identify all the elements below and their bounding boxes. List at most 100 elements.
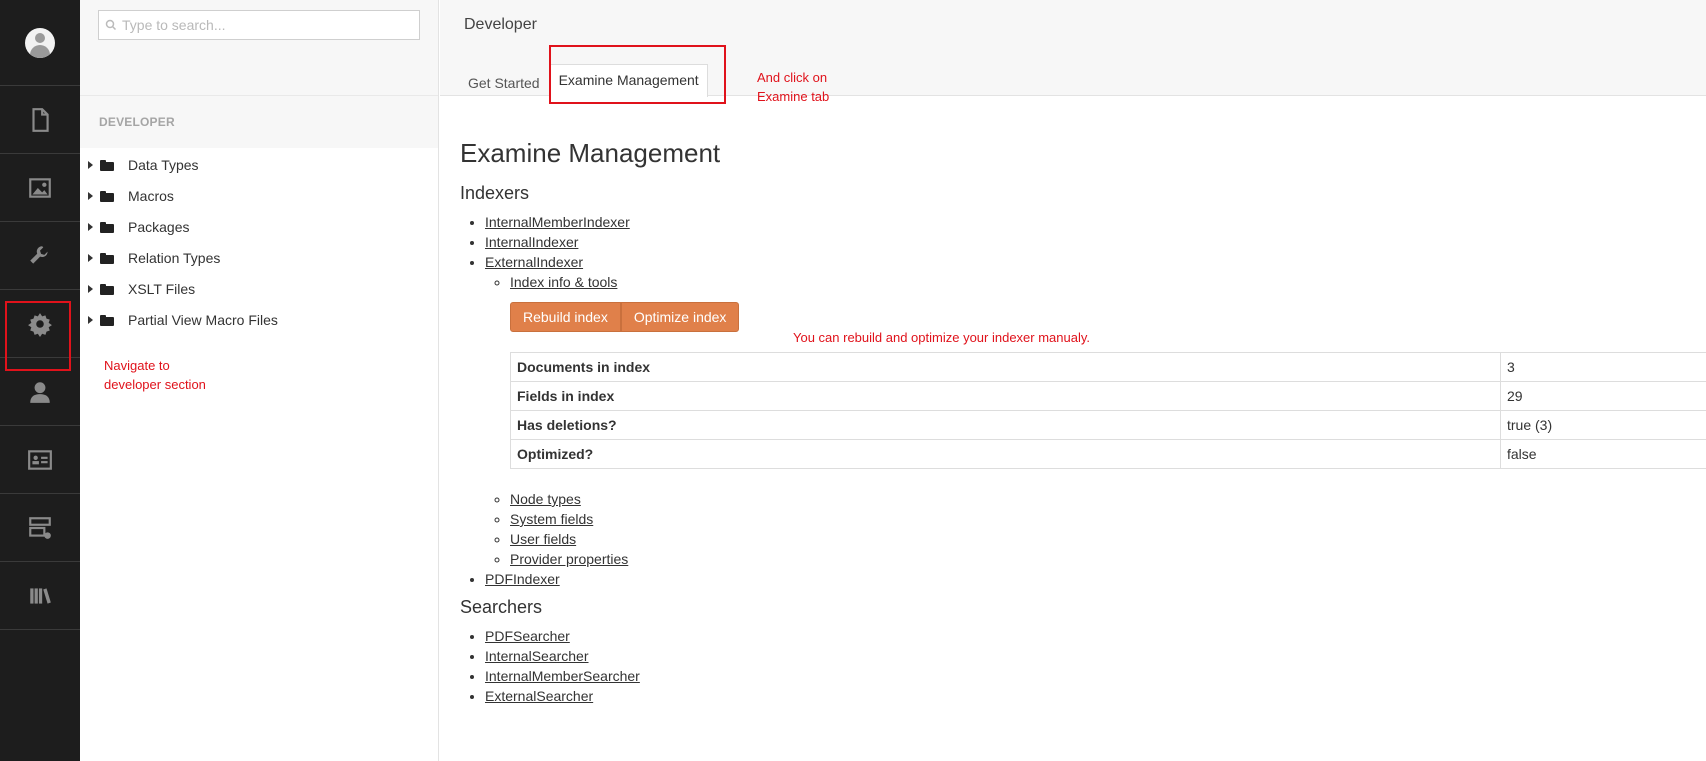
list-item: System fields	[510, 509, 1706, 529]
folder-icon	[100, 159, 114, 171]
list-item: Provider properties	[510, 549, 1706, 569]
searcher-list: PDFSearcher InternalSearcher InternalMem…	[460, 626, 1706, 706]
expand-caret-icon[interactable]	[88, 160, 93, 169]
list-item: ExternalIndexer Index info & tools Rebui…	[485, 252, 1706, 569]
section-rail	[0, 0, 80, 761]
folder-icon	[100, 221, 114, 233]
user-icon	[30, 381, 50, 403]
system-fields-link[interactable]: System fields	[510, 511, 593, 527]
list-item: InternalSearcher	[485, 646, 1706, 666]
annotation-box-examine-tab	[549, 45, 726, 104]
avatar[interactable]	[25, 27, 55, 58]
section-content[interactable]	[0, 86, 80, 154]
table-value: true (3)	[1500, 410, 1706, 440]
tree-item-packages[interactable]: Packages	[80, 211, 438, 242]
list-item: Node types	[510, 489, 1706, 509]
folder-icon	[100, 190, 114, 202]
user-avatar-area[interactable]	[0, 0, 80, 86]
indexers-heading: Indexers	[460, 183, 530, 203]
tab-get-started[interactable]: Get Started	[460, 67, 548, 97]
annotation-text: developer section	[104, 377, 206, 392]
expand-caret-icon[interactable]	[88, 222, 93, 231]
tree-item-partial-view-macro-files[interactable]: Partial View Macro Files	[80, 304, 438, 335]
indexer-list: InternalMemberIndexer InternalIndexer Ex…	[460, 212, 1706, 589]
annotation-rebuild: You can rebuild and optimize your indexe…	[793, 330, 1091, 345]
list-item: PDFIndexer	[485, 569, 1706, 589]
tree-item-label: Data Types	[128, 156, 199, 173]
tree-item-relation-types[interactable]: Relation Types	[80, 242, 438, 273]
annotation-text: Examine tab	[757, 89, 830, 104]
searchers-heading: Searchers	[460, 597, 543, 617]
section-settings[interactable]	[0, 222, 80, 290]
tree-item-label: Partial View Macro Files	[128, 311, 278, 328]
indexer-link[interactable]: InternalMemberIndexer	[485, 214, 630, 230]
table-row: Documents in index 3	[510, 352, 1706, 382]
rebuild-index-button[interactable]: Rebuild index	[510, 302, 621, 332]
list-item: InternalIndexer	[485, 232, 1706, 252]
tree-list: Data Types Macros Packages Relation Type…	[80, 148, 438, 335]
searcher-link[interactable]: InternalSearcher	[485, 648, 589, 664]
tree-item-label: Macros	[128, 187, 174, 204]
table-key: Has deletions?	[510, 410, 1501, 440]
image-icon	[29, 177, 51, 198]
searcher-link[interactable]: ExternalSearcher	[485, 688, 593, 704]
search-box[interactable]	[98, 10, 420, 40]
section-translation[interactable]	[0, 562, 80, 630]
tree-item-label: Relation Types	[128, 249, 221, 266]
table-row: Fields in index 29	[510, 381, 1706, 411]
library-icon	[30, 587, 51, 604]
document-icon	[32, 107, 49, 132]
tree-item-label: Packages	[128, 218, 190, 235]
tree-section-header: DEVELOPER	[80, 96, 438, 148]
annotation-text: And click on	[757, 70, 828, 85]
folder-icon	[100, 283, 114, 295]
tree-item-macros[interactable]: Macros	[80, 180, 438, 211]
indexer-details: Index info & tools Rebuild index Optimiz…	[485, 272, 1706, 569]
section-members[interactable]	[0, 426, 80, 494]
content-heading: Examine Management	[460, 138, 721, 168]
tree-item-xslt-files[interactable]: XSLT Files	[80, 273, 438, 304]
list-item: User fields	[510, 529, 1706, 549]
indexer-link[interactable]: ExternalIndexer	[485, 254, 583, 270]
index-actions: Rebuild index Optimize index	[510, 302, 1706, 332]
searcher-link[interactable]: InternalMemberSearcher	[485, 668, 640, 684]
user-fields-link[interactable]: User fields	[510, 531, 576, 547]
expand-caret-icon[interactable]	[88, 284, 93, 293]
table-value: 3	[1500, 352, 1706, 382]
table-key: Documents in index	[510, 352, 1501, 382]
section-media[interactable]	[0, 154, 80, 222]
list-item: ExternalSearcher	[485, 686, 1706, 706]
optimize-index-button[interactable]: Optimize index	[620, 302, 740, 332]
tree-item-data-types[interactable]: Data Types	[80, 149, 438, 180]
table-value: 29	[1500, 381, 1706, 411]
list-item: Index info & tools Rebuild index Optimiz…	[510, 272, 1706, 469]
page-title: Developer	[464, 16, 537, 33]
folder-icon	[100, 252, 114, 264]
table-value: false	[1500, 439, 1706, 469]
table-key: Optimized?	[510, 439, 1501, 469]
list-item: PDFSearcher	[485, 626, 1706, 646]
list-item: InternalMemberIndexer	[485, 212, 1706, 232]
searcher-link[interactable]: PDFSearcher	[485, 628, 570, 644]
expand-caret-icon[interactable]	[88, 253, 93, 262]
index-info-table: Documents in index 3 Fields in index 29 Ha…	[510, 352, 1706, 469]
annotation-click-tab: And click on Examine tab	[757, 68, 829, 106]
provider-properties-link[interactable]: Provider properties	[510, 551, 628, 567]
annotation-navigate: Navigate to developer section	[104, 356, 206, 394]
indexer-link[interactable]: PDFIndexer	[485, 571, 560, 587]
node-types-link[interactable]: Node types	[510, 491, 581, 507]
tree-item-label: XSLT Files	[128, 280, 196, 297]
indexer-link[interactable]: InternalIndexer	[485, 234, 578, 250]
expand-caret-icon[interactable]	[88, 315, 93, 324]
member-card-icon	[28, 449, 52, 470]
wrench-icon	[30, 245, 48, 264]
content-area: Examine Management Indexers InternalMemb…	[440, 96, 1706, 706]
expand-caret-icon[interactable]	[88, 191, 93, 200]
index-info-link[interactable]: Index info & tools	[510, 274, 617, 290]
table-key: Fields in index	[510, 381, 1501, 411]
search-icon	[105, 19, 117, 31]
table-row: Optimized? false	[510, 439, 1706, 469]
section-forms[interactable]	[0, 494, 80, 562]
list-item: InternalMemberSearcher	[485, 666, 1706, 686]
search-input[interactable]	[122, 17, 412, 33]
